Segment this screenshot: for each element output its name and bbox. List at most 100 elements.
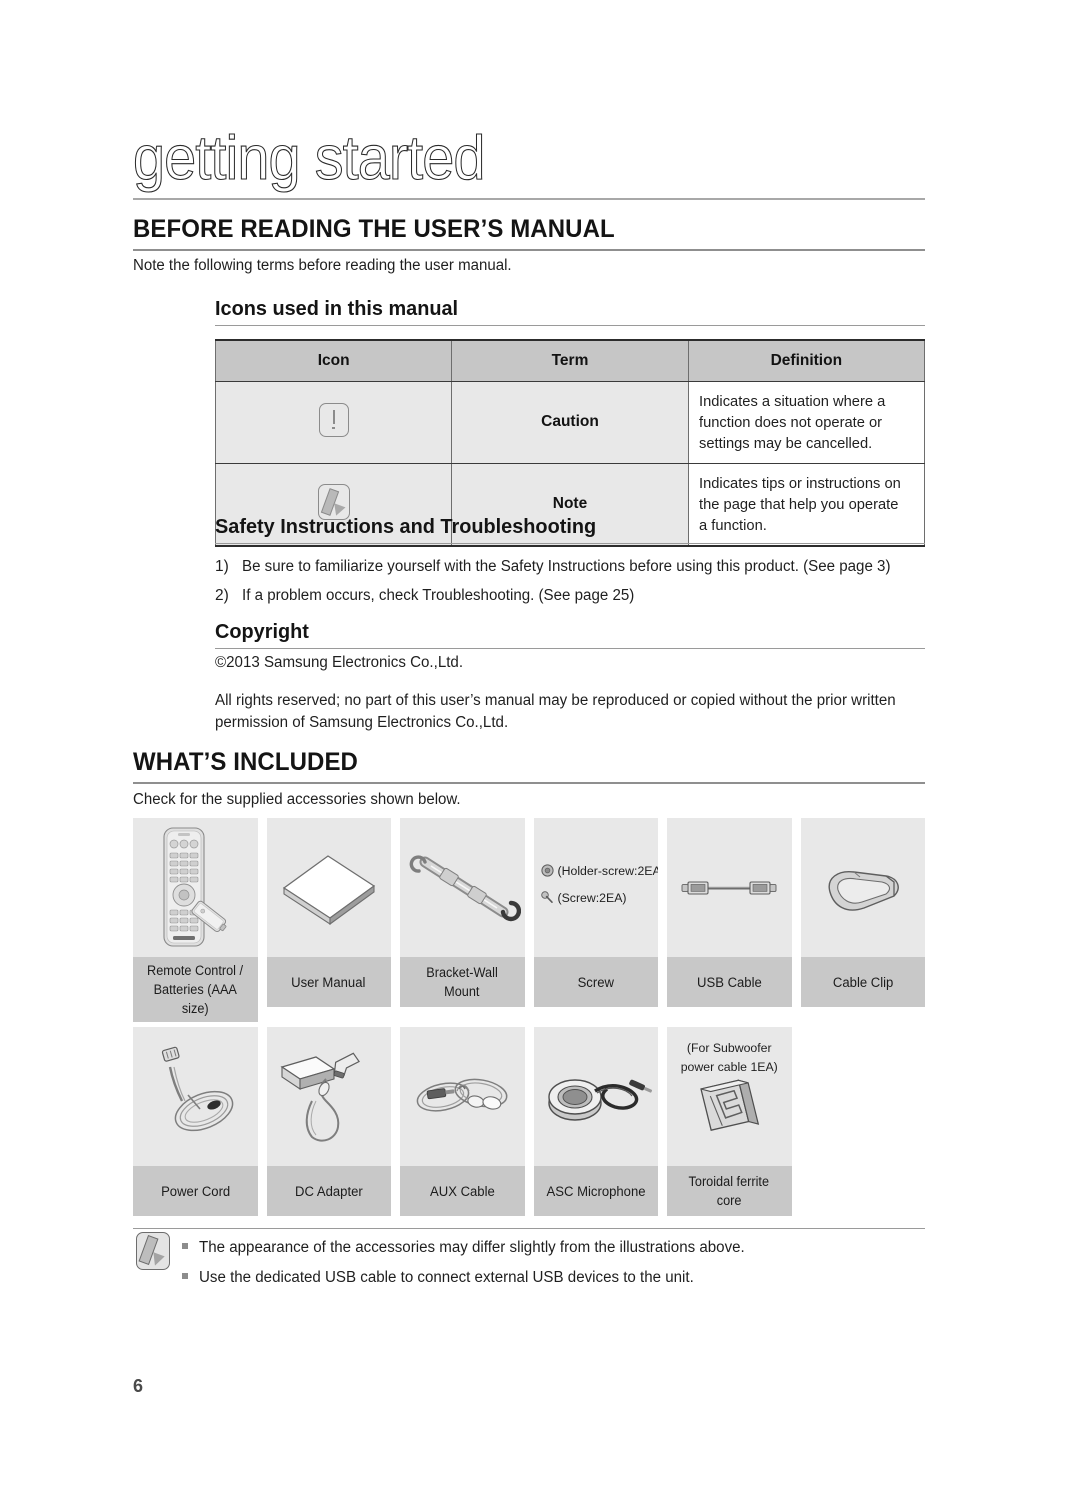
accessory-label-text: AUX Cable [429,1183,495,1199]
subsection-heading-safety: Safety Instructions and Troubleshooting [215,515,925,545]
accessory-image [266,818,391,957]
subsection-heading-rule [215,543,925,545]
copyright-text: ©2013 Samsung Electronics Co.,Ltd. [215,654,464,671]
whats-included-intro: Check for the supplied accessories shown… [133,791,461,808]
accessory-label-line1: Bracket-Wall [426,965,499,980]
accessory-label-line1: Toroidal ferrite [688,1174,770,1189]
page-title-block: getting started [132,124,925,200]
remote-control-illustration [163,826,227,947]
screw-annotation-1-row: (Holder-screw:2EA) [540,863,659,880]
bullet-square-icon [182,1273,188,1279]
accessory-cell-bracket-wall-mount: Bracket-Wall Mount [400,818,525,1022]
table-row: Caution Indicates a situation where a fu… [214,381,926,464]
section-heading-before-reading: BEFORE READING THE USER’S MANUAL [133,215,925,251]
subsection-heading-rule [215,325,925,327]
note-bullet-text: Use the dedicated USB cable to connect e… [199,1269,694,1286]
column-header-term: Term [451,339,689,382]
copyright-line-2: All rights reserved; no part of this use… [215,690,913,712]
subsection-heading-icons: Icons used in this manual [215,297,925,327]
accessory-label-text: Cable Clip [832,974,893,990]
accessory-label-text: DC Adapter [294,1183,363,1199]
list-item-number: 2) [215,587,229,604]
list-item-text: Be sure to familiarize yourself with the… [242,558,891,575]
list-item: 2) If a problem occurs, check Troubleshoo… [215,585,644,607]
notes-divider [133,1228,925,1230]
power-cord-illustration [162,1046,234,1131]
user-manual-illustration [282,854,375,925]
aux-cable-illustration [416,1078,508,1112]
accessory-label: Cable Clip [800,957,925,1007]
list-item: 1) Be sure to familiarize yourself with t… [215,556,907,578]
table-header-row: Icon Term Definition [214,339,926,382]
accessory-label: USB Cable [667,957,792,1007]
screw-annotation-1: (Holder-screw:2EA) [557,864,659,878]
subsection-heading-rule [215,648,925,650]
accessory-label: DC Adapter [266,1166,391,1216]
accessory-label-text: ASC Microphone [546,1183,646,1199]
accessory-cell-cable-clip: Cable Clip [800,818,925,1022]
accessory-label: Bracket-Wall Mount [400,957,525,1007]
copyright-line-1: ©2013 Samsung Electronics Co.,Ltd. [215,652,469,674]
screw-annotation-2: (Screw:2EA) [557,891,627,905]
screw-icon [540,891,553,903]
accessory-cell-power-cord: Power Cord [133,1027,258,1216]
accessory-image [133,1027,258,1166]
list-item-text: If a problem occurs, check Troubleshooti… [242,587,635,604]
accessory-label-line2: Mount [444,984,480,999]
section-heading-text: BEFORE READING THE USER’S MANUAL [133,215,615,243]
accessory-label-text: Power Cord [160,1183,230,1199]
page-title-rule [133,198,925,200]
subsection-heading-text: Copyright [215,620,309,643]
note-icon [136,1232,170,1270]
accessory-label: Toroidal ferrite core [667,1166,792,1216]
accessory-cell-usb-cable: USB Cable [667,818,792,1022]
section-heading-rule [133,782,925,784]
caution-icon [318,402,349,437]
caution-definition: Indicates a situation where a function d… [698,392,885,452]
cable-clip-illustration [828,870,899,911]
subsection-heading-text: Icons used in this manual [215,297,459,320]
accessory-cell-screw: (Holder-screw:2EA) (Screw:2EA) Screw [533,818,659,1022]
accessory-label-line2: Batteries (AAA size) [153,982,237,1016]
bracket-wall-mount-illustration [409,854,522,921]
accessory-label: Screw [533,957,658,1007]
accessory-cell-aux-cable: AUX Cable [400,1027,525,1216]
caution-definition-cell: Indicates a situation where a function d… [687,381,926,464]
copyright-text: permission of Samsung Electronics Co.,Lt… [215,714,509,731]
accessory-cell-toroidal-ferrite-core: (For Subwoofer power cable 1EA) Toroidal… [667,1027,792,1216]
screw-annotation-2-row: (Screw:2EA) [540,890,627,907]
copyright-text: All rights reserved; no part of this use… [215,692,896,709]
asc-microphone-illustration [548,1078,652,1121]
accessory-cell-dc-adapter: DC Adapter [266,1027,391,1216]
note-bullet-item: Use the dedicated USB cable to connect e… [182,1267,707,1289]
page-title: getting started [132,124,485,193]
accessory-image [400,818,525,957]
caution-term: Caution [451,381,689,464]
section-heading-whats-included: WHAT’S INCLUDED [133,748,925,784]
accessory-label-text: Screw [577,974,614,990]
accessory-label-text: User Manual [291,974,366,990]
section-heading-rule [133,249,925,251]
note-bullet-item: The appearance of the accessories may di… [182,1237,759,1259]
accessory-image [667,818,792,957]
accessory-label-text: USB Cable [696,974,762,990]
note-bullet-text: The appearance of the accessories may di… [199,1239,745,1256]
accessory-image [133,818,258,957]
list-item-number: 1) [215,558,229,575]
accessory-label: Power Cord [133,1166,258,1216]
accessory-label: AUX Cable [400,1166,525,1216]
accessory-image: (For Subwoofer power cable 1EA) [667,1027,792,1166]
section-heading-text: WHAT’S INCLUDED [133,748,358,776]
accessory-image [266,1027,391,1166]
subsection-heading-copyright: Copyright [215,620,925,650]
accessory-label: Remote Control / Batteries (AAA size) [133,957,258,1022]
accessory-label: ASC Microphone [533,1166,658,1216]
accessory-label-line2: core [716,1193,742,1208]
usb-cable-illustration [681,880,777,895]
accessory-image: (Holder-screw:2EA) (Screw:2EA) [533,818,659,957]
column-header-definition: Definition [687,339,926,382]
dc-adapter-illustration [280,1052,360,1142]
accessory-cell-asc-microphone: ASC Microphone [533,1027,658,1216]
holder-screw-icon [540,864,554,877]
accessory-grid: Remote Control / Batteries (AAA size) Us… [133,818,925,1216]
